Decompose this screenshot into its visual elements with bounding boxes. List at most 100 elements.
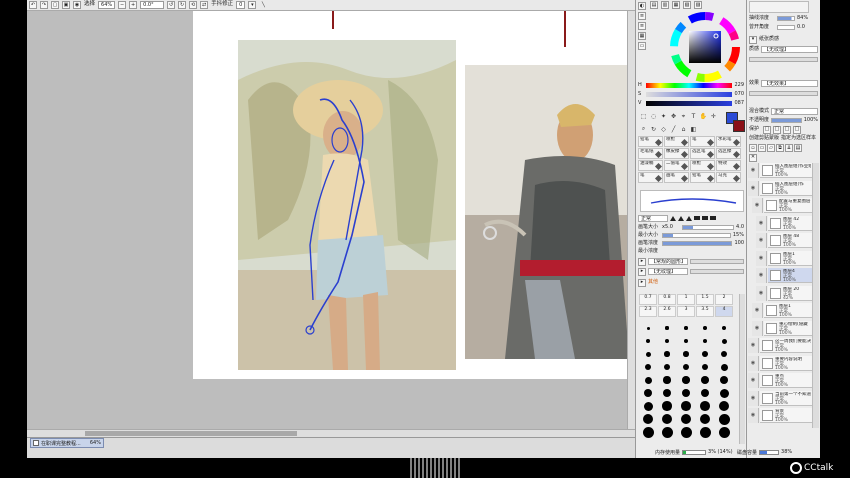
hand-icon[interactable]: ✋ (699, 112, 708, 121)
rotate-right-icon[interactable]: ↻ (178, 1, 187, 9)
view-mode-icon[interactable]: ◉ (73, 1, 81, 9)
visibility-eye-icon[interactable]: ◉ (748, 338, 759, 353)
brush-shape-icon-4[interactable] (694, 216, 700, 220)
text-tool-icon[interactable]: T (689, 112, 698, 121)
brush-shape-icon-3[interactable] (686, 216, 692, 221)
angle-slider[interactable] (777, 25, 795, 30)
size-preset-dot[interactable] (700, 401, 710, 411)
size-preset-dot[interactable] (720, 363, 728, 371)
brush-tool-slot[interactable]: 油漆桶 (638, 160, 663, 171)
size-preset-dot[interactable] (719, 401, 729, 411)
navigator-preview[interactable] (749, 1, 809, 13)
vertical-scrollbar[interactable] (627, 11, 635, 429)
size-preset-dot[interactable] (643, 414, 653, 424)
brush-blend-select[interactable]: 正常 (638, 215, 668, 222)
layer-row[interactable]: ◉ 图层1 正常 100% (752, 303, 812, 318)
color-wheel-mode-icon[interactable]: ◐ (638, 2, 646, 10)
visibility-eye-icon[interactable]: ◉ (756, 285, 767, 301)
size-preset-dot[interactable] (718, 426, 730, 438)
hsv-slider-mode-icon[interactable]: ≡ (638, 22, 646, 30)
marquee-icon[interactable]: ⬚ (639, 112, 648, 121)
size-preset[interactable]: 0.7 (639, 294, 657, 305)
brush-size-value[interactable]: 4.0 (736, 224, 744, 231)
value-slider-row[interactable]: V 087 (638, 100, 744, 107)
brush-opacity-value[interactable]: 84% (797, 15, 808, 22)
size-preset-dot[interactable] (684, 326, 688, 330)
size-preset-dot[interactable] (701, 376, 709, 384)
new-folder-icon[interactable]: ▱ (767, 144, 775, 152)
value-slider[interactable] (646, 101, 732, 106)
size-preset-dot[interactable] (721, 351, 727, 357)
layer-row[interactable]: ◉ 重点 正常 100% (748, 373, 812, 388)
layer-row[interactable]: ◉ 插入图层组(作业组 正常 100% (748, 163, 812, 178)
copy-layer-icon[interactable]: ⧉ (776, 144, 784, 152)
brush-shape-icon-6[interactable] (710, 216, 716, 220)
panel-toggle-icon[interactable]: ▤ (650, 1, 658, 9)
paper-texture-select[interactable]: 【无纹理】 (648, 268, 688, 275)
eyedropper-icon[interactable]: ⌖ (679, 112, 688, 121)
blend-mode-select[interactable]: 正常 (771, 108, 818, 115)
advanced-expand-icon[interactable]: ▸ (638, 278, 646, 287)
size-preset-dot[interactable] (645, 351, 651, 357)
layer-row[interactable]: ◉ 重要内容说明 正常 100% (748, 355, 812, 371)
size-preset-dot[interactable] (643, 401, 653, 411)
paper-section-header[interactable]: ▾ 纸张质感 (749, 35, 818, 44)
size-preset-dot[interactable] (682, 363, 690, 371)
size-preset-dot[interactable] (661, 426, 673, 438)
size-preset-dot[interactable] (646, 326, 650, 330)
size-preset-dot[interactable] (644, 376, 652, 384)
saturation-slider[interactable] (646, 92, 732, 97)
effect-select[interactable]: 【无效果】 (761, 80, 818, 87)
hue-slider-row[interactable]: H 229 (638, 82, 744, 89)
panel-toggle-icon-4[interactable]: ▧ (683, 1, 691, 9)
size-preset-dot[interactable] (646, 339, 650, 343)
panel-toggle-icon-5[interactable]: ▨ (694, 1, 702, 9)
rotation-field[interactable]: 0.0° (140, 1, 165, 9)
horizontal-scrollbar[interactable] (27, 429, 635, 437)
saturation-value[interactable]: 070 (734, 91, 744, 98)
size-preset-dot[interactable] (663, 363, 671, 371)
brush-tool-slot[interactable]: 特效 (716, 160, 741, 171)
layer-scrollbar[interactable] (812, 163, 819, 428)
color-wheel[interactable] (670, 12, 740, 82)
deselect-icon[interactable]: ▢ (51, 1, 59, 9)
layer-row[interactable]: ◉ 图层1 正常 100% (756, 250, 812, 266)
size-preset-dot[interactable] (719, 388, 729, 398)
brush-size-scrollbar[interactable] (739, 294, 745, 444)
size-preset[interactable]: 3 (677, 306, 695, 317)
protect-opacity-icon[interactable]: □ (763, 125, 771, 134)
layer-row[interactable]: ◉ 插入图层组(作 正常 100% (748, 180, 812, 196)
panel-toggle-icon-3[interactable]: ▦ (672, 1, 680, 9)
size-preset[interactable]: 2.6 (658, 306, 676, 317)
layer-row[interactable]: ◉ 图层4 正常 100% (756, 268, 812, 283)
brush-tool-slot[interactable]: 水彩笔 (716, 136, 741, 147)
density-value[interactable]: 100 (734, 240, 744, 247)
brush-tool-slot[interactable]: 喷枪 (690, 160, 715, 171)
flip-icon[interactable]: ⇄ (200, 1, 209, 9)
stabilizer-field[interactable]: 0 (236, 1, 246, 9)
layer-row[interactable]: ◉ 重心绘制(隐藏 正常 100% (752, 320, 812, 336)
size-preset-dot[interactable] (702, 338, 708, 344)
document-tab[interactable]: 在职课完整教程... 64% (30, 438, 104, 448)
protect-move-icon[interactable]: □ (783, 125, 791, 134)
paper-dropdown-icon[interactable]: ▸ (638, 267, 646, 276)
size-preset-dot[interactable] (721, 338, 727, 344)
brush-tool-slot[interactable]: 橡皮擦 (664, 148, 689, 159)
brush-opacity-slider[interactable] (777, 16, 795, 21)
visibility-eye-icon[interactable]: ◉ (756, 250, 767, 266)
angle-value[interactable]: 0.0 (797, 24, 805, 31)
layer-opacity-slider[interactable] (771, 118, 802, 123)
size-preset-dot[interactable] (645, 364, 651, 370)
brush-tool-slot[interactable]: 笔 (638, 172, 663, 183)
size-preset-dot[interactable] (683, 351, 689, 357)
visibility-eye-icon[interactable]: ◉ (752, 303, 763, 318)
layer-row[interactable]: ◉这一周我们要能决之正常100% (748, 338, 812, 353)
size-preset-dot[interactable] (720, 376, 728, 384)
size-preset-dot[interactable] (661, 413, 673, 425)
shape-icon[interactable]: ◇ (659, 125, 668, 134)
fill-icon[interactable]: ◧ (689, 125, 698, 134)
merge-layer-icon[interactable]: ⇊ (785, 144, 793, 152)
hue-slider[interactable] (646, 83, 732, 88)
visibility-eye-icon[interactable]: ◉ (752, 320, 763, 336)
layer-move-icon[interactable]: ✥ (669, 112, 678, 121)
